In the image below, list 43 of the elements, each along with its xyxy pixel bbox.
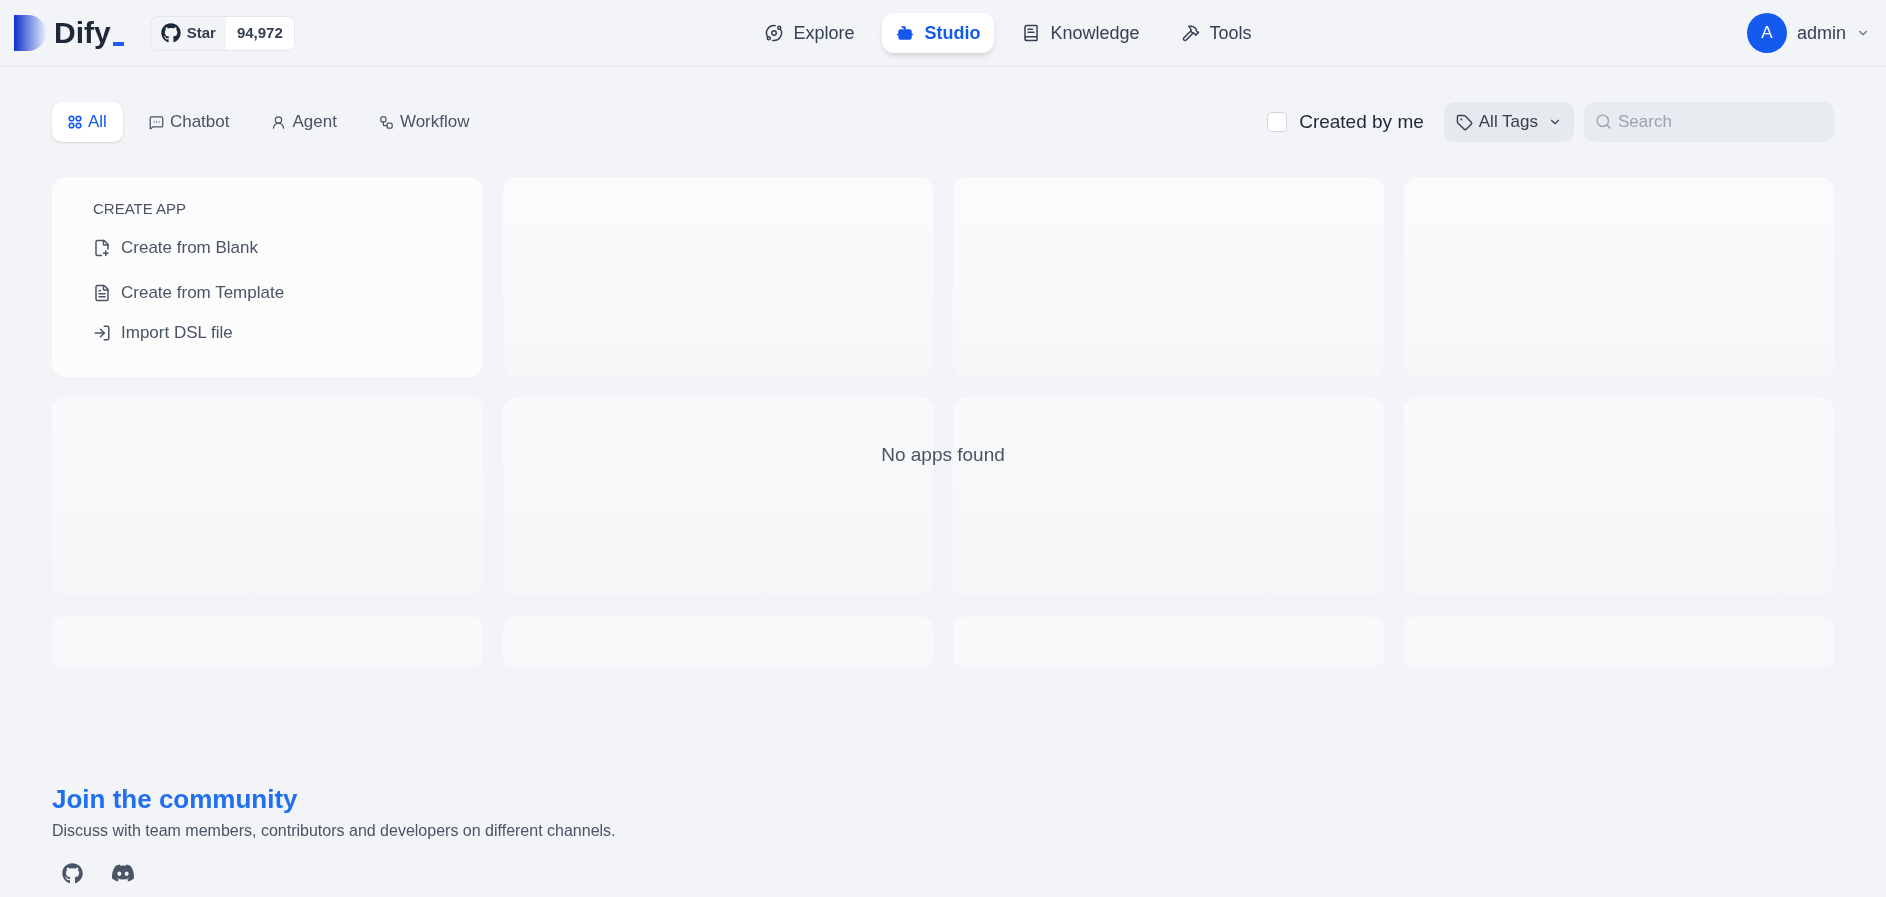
file-plus-icon — [93, 238, 111, 257]
checkbox-label: Created by me — [1299, 109, 1424, 134]
community-title: Join the community — [52, 783, 299, 815]
create-action[interactable]: Create from Blank — [93, 232, 258, 263]
github-star-badge[interactable]: Star 94,972 — [149, 15, 295, 51]
nav-tab[interactable]: Explore — [751, 13, 869, 53]
checkbox[interactable] — [1267, 112, 1288, 132]
book-icon — [1022, 24, 1041, 42]
person-icon — [271, 114, 287, 130]
search-icon — [1595, 113, 1612, 130]
filter-tab[interactable]: Agent — [255, 102, 353, 142]
nav-tab[interactable]: Tools — [1167, 13, 1266, 53]
filter-tab[interactable]: Workflow — [362, 102, 486, 142]
section-title: CREATE APP — [93, 199, 188, 219]
create-action[interactable]: Import DSL file — [93, 317, 233, 348]
logo-text: Dify — [54, 18, 111, 48]
filter-tab[interactable]: All — [52, 102, 123, 142]
nav-tab[interactable]: Studio — [882, 13, 995, 53]
github-icon[interactable] — [62, 862, 83, 884]
search-field[interactable]: Search — [1584, 102, 1834, 142]
logo-icon — [14, 15, 48, 51]
create-action[interactable]: Create from Template — [93, 277, 285, 308]
workflow-icon — [378, 114, 394, 130]
nav-tab[interactable]: Knowledge — [1008, 13, 1154, 53]
hammer-icon — [1181, 24, 1200, 42]
import-icon — [93, 323, 111, 342]
empty-message: No apps found — [880, 443, 1006, 467]
document-icon — [93, 283, 111, 302]
star-label: Star — [186, 22, 216, 43]
user-avatar: A — [1746, 13, 1787, 53]
grid-icon — [68, 115, 82, 129]
filter-tab[interactable]: Chatbot — [132, 102, 246, 142]
chat-icon — [148, 114, 164, 130]
planet-icon — [765, 24, 784, 42]
logo-cursor — [112, 42, 124, 46]
github-icon — [160, 23, 181, 43]
tags-dropdown[interactable]: All Tags — [1443, 102, 1574, 142]
user-menu[interactable]: A admin — [1746, 13, 1870, 53]
star-count: 94,972 — [225, 16, 294, 50]
robot-icon — [896, 24, 915, 42]
community-description: Discuss with team members, contributors and developers on different channels. — [52, 821, 617, 841]
user-name: admin — [1796, 21, 1846, 45]
tag-icon — [1455, 113, 1473, 131]
